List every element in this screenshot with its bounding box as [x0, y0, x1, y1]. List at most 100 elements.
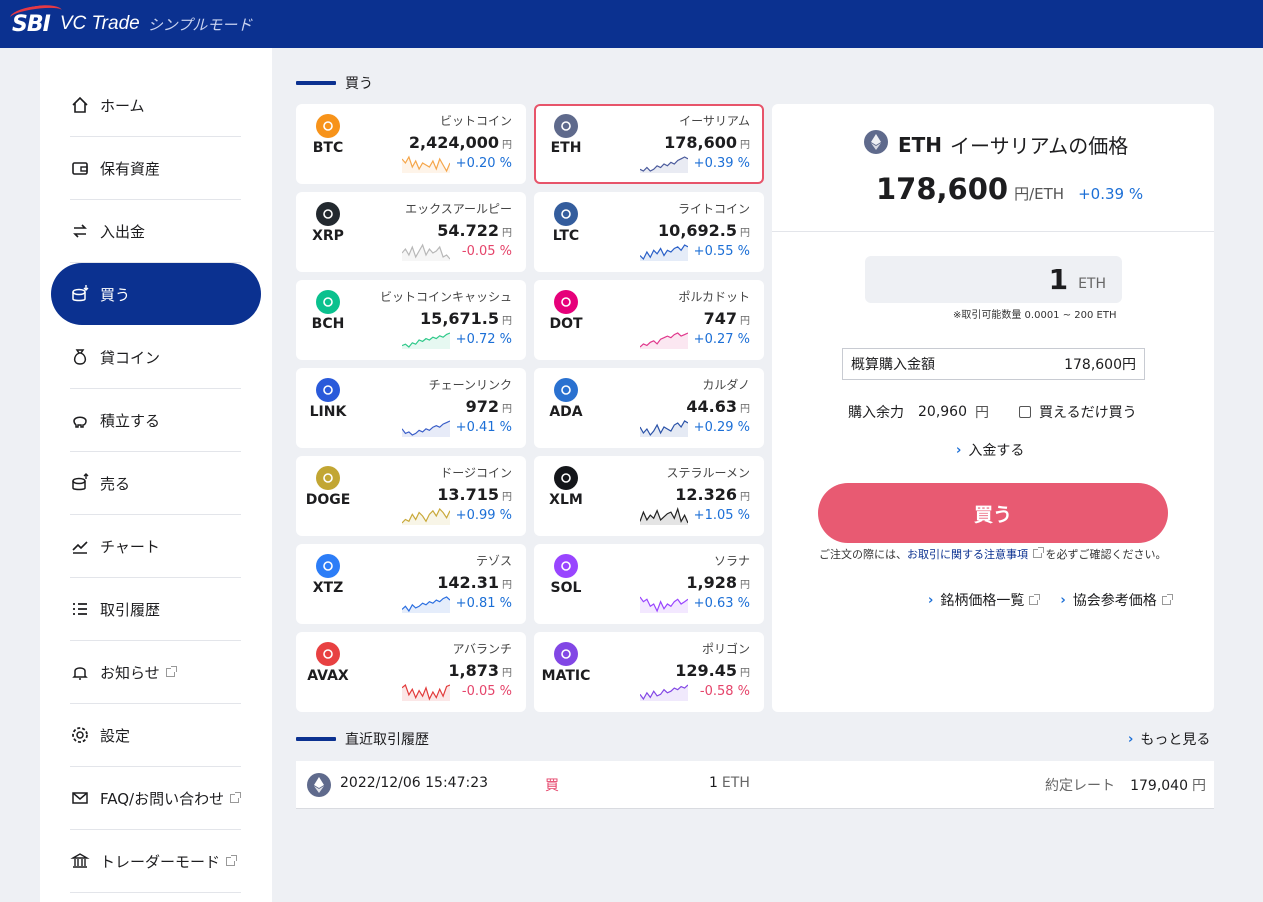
coin-card-link[interactable]: LINK チェーンリンク 972 円 +0.41 %	[296, 368, 526, 448]
coin-card-eth[interactable]: ETH イーサリアム 178,600 円 +0.39 %	[534, 104, 764, 184]
sidebar-item-10[interactable]: 設定	[70, 704, 241, 767]
deposit-link[interactable]: › 入金する	[956, 440, 1024, 460]
quantity-input[interactable]: 1 ETH	[865, 256, 1122, 303]
sbi-logo[interactable]: SBI	[9, 1, 63, 37]
coin-card-ada[interactable]: ADA カルダノ 44.63 円 +0.29 %	[534, 368, 764, 448]
coin-price: 1,928 円	[686, 573, 750, 592]
coin-card-sol[interactable]: SOL ソラナ 1,928 円 +0.63 %	[534, 544, 764, 624]
chevron-right-icon: ›	[956, 442, 962, 458]
price-list-label[interactable]: 銘柄価格一覧	[940, 590, 1024, 610]
coin-card-xlm[interactable]: XLM ステラルーメン 12.326 円 +1.05 %	[534, 456, 764, 536]
detail-title-text: イーサリアムの価格	[950, 134, 1129, 158]
coin-card-dot[interactable]: DOT ポルカドット 747 円 +0.27 %	[534, 280, 764, 360]
price-sparkline	[639, 681, 689, 705]
coin-card-xrp[interactable]: XRP エックスアールピー 54.722 円 -0.05 %	[296, 192, 526, 272]
coin-card-btc[interactable]: BTC ビットコイン 2,424,000 円 +0.20 %	[296, 104, 526, 184]
price-list-link[interactable]: › 銘柄価格一覧	[928, 590, 1041, 610]
sidebar-item-4[interactable]: 貸コイン	[70, 326, 241, 389]
price-sparkline	[639, 505, 689, 529]
deposit-label[interactable]: 入金する	[968, 440, 1024, 460]
coin-card-avax[interactable]: AVAX アバランチ 1,873 円 -0.05 %	[296, 632, 526, 712]
sidebar-item-7[interactable]: チャート	[70, 515, 241, 578]
sidebar-item-label: FAQ/お問い合わせ	[100, 789, 225, 808]
ltc-icon	[554, 202, 578, 226]
coin-name: チェーンリンク	[428, 378, 512, 392]
coin-change: -0.05 %	[461, 244, 512, 259]
sidebar-item-11[interactable]: FAQ/お問い合わせ	[70, 767, 242, 830]
detail-title: ETH イーサリアムの価格	[864, 130, 1128, 159]
coin-card-bch[interactable]: BCH ビットコインキャッシュ 15,671.5 円 +0.72 %	[296, 280, 526, 360]
coin-name: ビットコイン	[439, 114, 512, 128]
price-sparkline	[639, 329, 689, 353]
association-price-link[interactable]: › 協会参考価格	[1060, 590, 1173, 610]
coin-price: 2,424,000 円	[408, 133, 512, 152]
estimated-amount: 概算購入金額 178,600円	[842, 348, 1145, 380]
xrp-icon	[316, 202, 340, 226]
xtz-icon	[316, 554, 340, 578]
price-sparkline	[639, 417, 689, 441]
see-more-label[interactable]: もっと見る	[1140, 729, 1210, 749]
balance-unit: 円	[975, 405, 989, 421]
external-link-icon	[165, 665, 177, 677]
checkbox-box[interactable]	[1019, 406, 1031, 418]
coin-change: +0.29 %	[693, 420, 750, 435]
notice-prefix: ご注文の際には、	[819, 548, 907, 561]
chevron-right-icon: ›	[928, 592, 934, 608]
chevron-right-icon: ›	[1128, 731, 1134, 747]
external-link-icon	[1033, 547, 1044, 558]
coin-card-matic[interactable]: MATIC ポリゴン 129.45 円 -0.58 %	[534, 632, 764, 712]
buy-max-label[interactable]: 買えるだけ買う	[1039, 402, 1137, 422]
balance-row: 購入余力 20,960 円 買えるだけ買う	[848, 402, 1137, 422]
quantity-unit: ETH	[1078, 275, 1106, 292]
coin-name: ステラルーメン	[666, 466, 750, 480]
amount-value: 178,600円	[1064, 357, 1136, 373]
table-row[interactable]: 2022/12/06 15:47:23 買 1 ETH 約定レート 179,040…	[296, 761, 1214, 809]
sidebar-item-3[interactable]: 買う	[51, 263, 261, 325]
transfer-icon	[70, 221, 90, 241]
quantity-value[interactable]: 1	[1049, 263, 1068, 296]
external-link-icon	[1161, 593, 1173, 605]
coin-card-ltc[interactable]: LTC ライトコイン 10,692.5 円 +0.55 %	[534, 192, 764, 272]
sidebar-item-6[interactable]: 売る	[70, 452, 241, 515]
sidebar-item-label: 貸コイン	[100, 348, 161, 367]
coin-change: +0.55 %	[693, 244, 750, 259]
trade-datetime: 2022/12/06 15:47:23	[340, 775, 489, 791]
coin-price: 142.31 円	[437, 573, 512, 592]
coin-name: ポルカドット	[678, 290, 750, 304]
sidebar-item-label: 買う	[100, 285, 131, 304]
doge-icon	[316, 466, 340, 490]
coin-symbol: DOGE	[305, 492, 351, 508]
btc-icon	[316, 114, 340, 138]
buy-max-checkbox[interactable]: 買えるだけ買う	[1019, 402, 1137, 422]
price-header: ETH イーサリアムの価格 178,600 円/ETH +0.39 %	[772, 104, 1214, 232]
price-sparkline	[401, 593, 451, 617]
see-more-link[interactable]: › もっと見る	[1128, 729, 1210, 749]
sidebar-item-9[interactable]: お知らせ	[70, 641, 241, 704]
sidebar-item-label: 取引履歴	[100, 600, 161, 619]
coin-name: ポリゴン	[701, 642, 750, 656]
notice-suffix: を必ずご確認ください。	[1045, 548, 1167, 561]
coin-card-doge[interactable]: DOGE ドージコイン 13.715 円 +0.99 %	[296, 456, 526, 536]
sell-coins-icon	[70, 473, 90, 493]
price-sparkline	[639, 153, 689, 177]
sidebar-item-1[interactable]: 保有資産	[70, 137, 241, 200]
notice-link[interactable]: お取引に関する注意事項	[907, 548, 1028, 561]
coin-card-xtz[interactable]: XTZ テゾス 142.31 円 +0.81 %	[296, 544, 526, 624]
sidebar-item-8[interactable]: 取引履歴	[70, 578, 241, 641]
sidebar-item-5[interactable]: 積立する	[70, 389, 241, 452]
buy-button[interactable]: 買う	[818, 483, 1168, 543]
sidebar-item-0[interactable]: ホーム	[70, 74, 241, 137]
sidebar-item-2[interactable]: 入出金	[70, 200, 241, 263]
sidebar: ホーム 保有資産 入出金買う貸コイン積立する 売る チャート取引履歴お知らせ 設定 FAQ/…	[40, 48, 272, 902]
sidebar-item-12[interactable]: トレーダーモード	[70, 830, 241, 893]
price-sparkline	[401, 681, 451, 705]
association-price-label[interactable]: 協会参考価格	[1073, 590, 1157, 610]
gear-icon	[70, 725, 90, 745]
coin-change: +0.72 %	[455, 332, 512, 347]
coin-change: +1.05 %	[693, 508, 750, 523]
external-link-icon	[226, 854, 238, 866]
wallet-icon	[70, 158, 90, 178]
coin-price: 13.715 円	[437, 485, 512, 504]
eth-icon	[864, 130, 888, 159]
coin-symbol: XRP	[312, 228, 344, 244]
